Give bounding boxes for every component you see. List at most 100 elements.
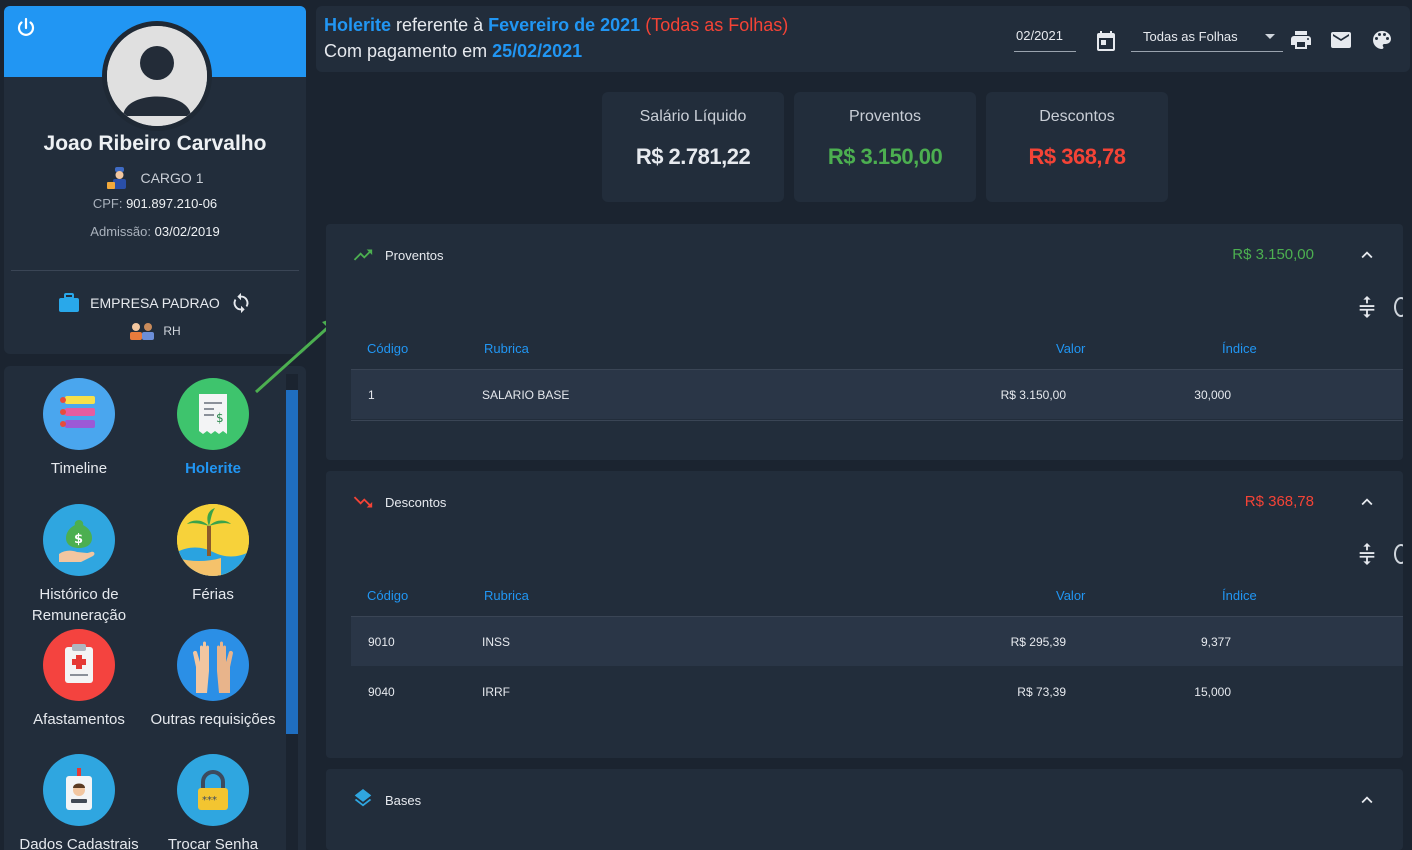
palette-icon[interactable]	[1370, 28, 1394, 52]
id-badge-icon	[43, 754, 115, 826]
cell-indice: 30,000	[1194, 388, 1231, 402]
descontos-panel-header[interactable]: Descontos R$ 368,78	[326, 471, 1403, 533]
print-icon[interactable]	[1289, 28, 1313, 52]
cell-valor: R$ 3.150,00	[1000, 388, 1066, 402]
cpf-label: CPF:	[92, 196, 123, 211]
employee-name: Joao Ribeiro Carvalho	[43, 132, 267, 155]
cpf-line: CPF: 901.897.210-06	[4, 196, 306, 211]
cell-valor: R$ 295,39	[1010, 635, 1066, 649]
department-label: RH	[163, 324, 181, 338]
column-header-indice[interactable]: Índice	[1222, 588, 1257, 603]
avatar	[102, 21, 212, 131]
header-period: Fevereiro de 2021	[488, 15, 641, 35]
period-input[interactable]: 02/2021	[1014, 26, 1076, 52]
menu-label-afastamentos: Afastamentos	[33, 711, 125, 728]
bases-panel: Bases	[326, 769, 1403, 850]
worker-icon	[107, 167, 127, 189]
cell-rubrica: INSS	[482, 635, 511, 649]
menu-item-timeline[interactable]: Timeline	[12, 378, 146, 479]
folha-select[interactable]: Todas as Folhas	[1131, 26, 1283, 52]
menu-scrollbar[interactable]	[286, 374, 298, 850]
column-header-rubrica[interactable]: Rubrica	[484, 588, 529, 603]
refresh-icon[interactable]	[1394, 297, 1403, 317]
email-icon[interactable]	[1329, 28, 1353, 52]
table-row[interactable]: 9010 INSS R$ 295,39 9,377	[351, 616, 1403, 666]
header-referente: referente à	[391, 15, 489, 35]
medical-clipboard-icon	[43, 629, 115, 701]
payslip-header: Holerite referente à Fevereiro de 2021 (…	[316, 6, 1410, 72]
summary-card-salario-liquido: Salário Líquido R$ 2.781,22	[602, 92, 784, 202]
proventos-panel: Proventos R$ 3.150,00 Código Rubrica Val…	[326, 224, 1403, 460]
employee-role: CARGO 1	[4, 166, 306, 190]
menu-item-dados-cadastrais[interactable]: Dados Cadastrais	[12, 754, 146, 850]
user-silhouette-icon	[107, 26, 207, 126]
chevron-up-icon[interactable]	[1356, 244, 1378, 266]
density-toggle-icon[interactable]	[1356, 294, 1378, 320]
refresh-icon[interactable]	[1394, 544, 1403, 564]
calendar-icon[interactable]	[1094, 29, 1118, 53]
chevron-down-icon	[1265, 34, 1275, 39]
menu-item-trocar-senha[interactable]: *** Trocar Senha	[146, 754, 280, 850]
column-header-codigo[interactable]: Código	[367, 341, 408, 356]
summary-title: Descontos	[1039, 108, 1115, 125]
header-holerite: Holerite	[324, 15, 392, 35]
summary-value: R$ 3.150,00	[827, 144, 943, 169]
header-title: Holerite referente à Fevereiro de 2021 (…	[324, 15, 788, 36]
cell-codigo: 9010	[368, 635, 395, 649]
proventos-title: Proventos	[385, 248, 444, 263]
column-header-valor[interactable]: Valor	[1056, 588, 1085, 603]
cell-valor: R$ 73,39	[1017, 685, 1066, 699]
column-header-indice[interactable]: Índice	[1222, 341, 1257, 356]
admission-line: Admissão: 03/02/2019	[4, 224, 306, 239]
proventos-panel-header[interactable]: Proventos R$ 3.150,00	[326, 224, 1403, 286]
divider	[11, 270, 299, 271]
summary-card-proventos: Proventos R$ 3.150,00	[794, 92, 976, 202]
cell-codigo: 9040	[368, 685, 395, 699]
admission-value: 03/02/2019	[154, 224, 220, 239]
team-icon	[130, 323, 155, 340]
layers-icon	[354, 789, 372, 807]
column-header-codigo[interactable]: Código	[367, 588, 408, 603]
column-header-rubrica[interactable]: Rubrica	[484, 341, 529, 356]
header-folhas-tag: (Todas as Folhas)	[645, 15, 789, 35]
navigation-menu: Timeline $ Holerite $ Histórico de Remun…	[4, 366, 306, 850]
cell-rubrica: SALARIO BASE	[482, 388, 570, 402]
cell-codigo: 1	[368, 388, 375, 402]
role-label: CARGO 1	[140, 170, 204, 186]
chevron-up-icon[interactable]	[1356, 789, 1378, 811]
raised-hands-icon	[177, 629, 249, 701]
proventos-total: R$ 3.150,00	[1232, 246, 1314, 263]
menu-scroll-thumb[interactable]	[286, 390, 298, 734]
summary-card-descontos: Descontos R$ 368,78	[986, 92, 1168, 202]
menu-item-historico[interactable]: $ Histórico de Remuneração	[12, 504, 146, 626]
svg-text:$: $	[216, 411, 224, 425]
power-icon[interactable]	[14, 16, 38, 40]
padlock-icon: ***	[177, 754, 249, 826]
menu-item-afastamentos[interactable]: Afastamentos	[12, 629, 146, 730]
switch-company-icon[interactable]	[230, 292, 252, 314]
density-toggle-icon[interactable]	[1356, 541, 1378, 567]
menu-label-holerite: Holerite	[185, 460, 241, 477]
summary-title: Proventos	[848, 108, 922, 125]
cell-rubrica: IRRF	[482, 685, 510, 699]
svg-text:***: ***	[202, 795, 217, 806]
menu-item-ferias[interactable]: Férias	[146, 504, 280, 605]
folha-select-value: Todas as Folhas	[1143, 29, 1238, 44]
chevron-up-icon[interactable]	[1356, 491, 1378, 513]
summary-title: Salário Líquido	[639, 108, 747, 125]
briefcase-icon	[59, 293, 80, 312]
table-row[interactable]: 9040 IRRF R$ 73,39 15,000	[351, 667, 1403, 717]
header-payment-date: 25/02/2021	[492, 41, 583, 61]
menu-label-ferias: Férias	[192, 586, 234, 603]
header-payment-line: Com pagamento em 25/02/2021	[324, 41, 582, 62]
receipt-icon: $	[177, 378, 249, 450]
cell-indice: 15,000	[1194, 685, 1231, 699]
bases-panel-header[interactable]: Bases	[326, 769, 1403, 831]
descontos-panel: Descontos R$ 368,78 Código Rubrica Valor…	[326, 471, 1403, 758]
column-header-valor[interactable]: Valor	[1056, 341, 1085, 356]
summary-value: R$ 368,78	[1028, 144, 1126, 169]
svg-text:$: $	[74, 532, 83, 547]
menu-label-outras-requisicoes: Outras requisições	[150, 711, 276, 728]
table-row[interactable]: 1 SALARIO BASE R$ 3.150,00 30,000	[351, 369, 1403, 419]
menu-item-outras-requisicoes[interactable]: Outras requisições	[146, 629, 280, 730]
